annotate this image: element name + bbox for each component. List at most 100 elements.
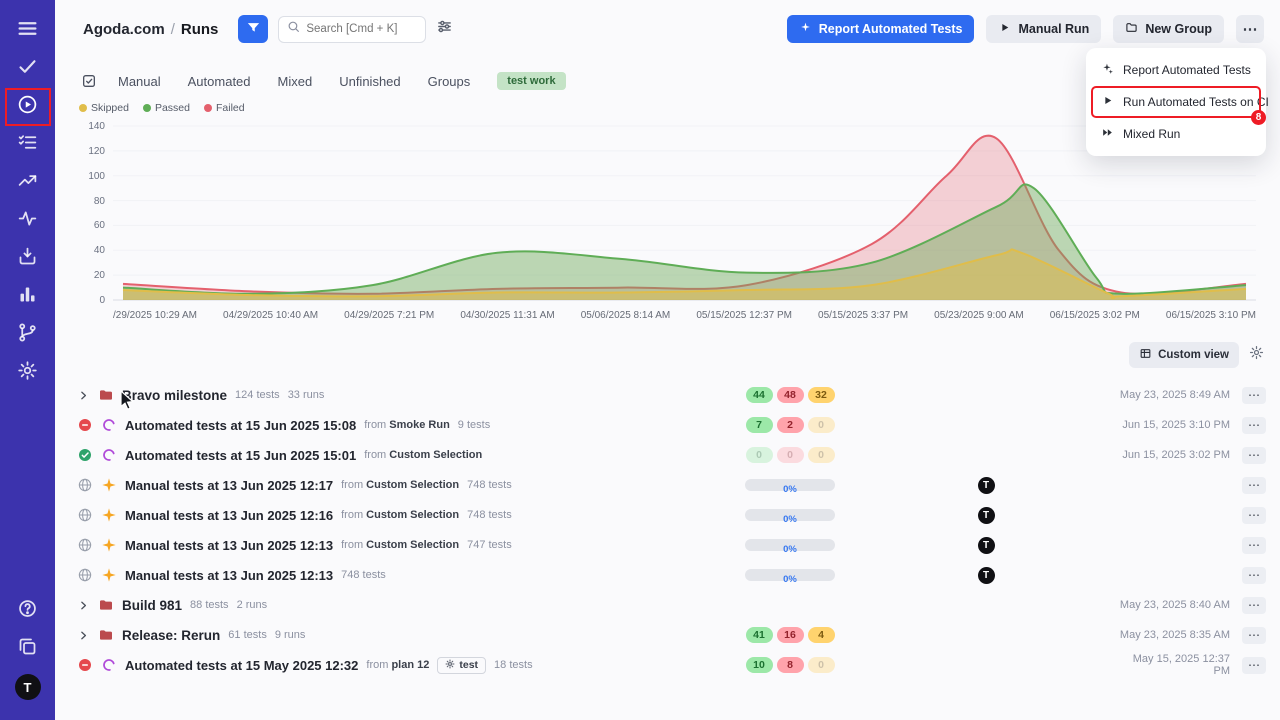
run-title[interactable]: Manual tests at 13 Jun 2025 12:13 [125,568,333,583]
run-row[interactable]: Manual tests at 13 Jun 2025 12:13 748 te… [55,560,1280,590]
run-row[interactable]: Build 981 88 tests 2 runs May 23, 2025 8… [55,590,1280,620]
search-box[interactable] [278,16,426,43]
new-group-button[interactable]: New Group [1113,15,1224,43]
result-badges: 0% [725,539,855,551]
play-icon [1101,94,1114,110]
row-more-button[interactable]: ⋯ [1242,597,1266,614]
run-date: May 23, 2025 8:40 AM [1117,599,1242,611]
y-tick-label: 120 [75,146,105,157]
y-tick-label: 40 [75,245,105,256]
run-title[interactable]: Release: Rerun [122,628,220,643]
run-row[interactable]: Manual tests at 13 Jun 2025 12:16 from C… [55,500,1280,530]
row-more-button[interactable]: ⋯ [1242,537,1266,554]
sidebar-menu-button[interactable] [7,14,49,48]
x-tick-label: 04/29/2025 10:40 AM [223,310,318,321]
row-more-button[interactable]: ⋯ [1242,627,1266,644]
sidebar-help-button[interactable] [7,594,49,628]
run-date: May 23, 2025 8:49 AM [1117,389,1242,401]
manual-run-button[interactable]: Manual Run [986,15,1101,43]
from-source-link[interactable]: Custom Selection [366,509,459,521]
count-badge-skipped: 32 [808,387,835,403]
sidebar-item-tests[interactable] [7,52,49,86]
sidebar-item-branches[interactable] [7,318,49,352]
tests-count: 748 tests [467,509,512,521]
globe-icon [77,477,93,493]
brand-avatar: T [15,674,41,700]
sparkle-icon [799,21,812,37]
sidebar-item-reports[interactable] [7,280,49,314]
chevron-right-icon[interactable] [77,629,90,642]
from-source-link[interactable]: Smoke Run [389,419,450,431]
assignee-cell: T [855,507,1117,524]
run-title[interactable]: Manual tests at 13 Jun 2025 12:16 [125,508,333,523]
from-source-link[interactable]: plan 12 [391,659,429,671]
gear-icon [1249,345,1264,365]
menu-item-run-automated-tests-on-ci[interactable]: Run Automated Tests on CI 8 [1093,88,1259,116]
chart-plot-area [113,118,1256,306]
chevron-right-icon[interactable] [77,389,90,402]
menu-item-report-automated-tests[interactable]: Report Automated Tests [1093,56,1259,84]
sliders-icon [436,18,453,40]
run-title[interactable]: Build 981 [122,598,182,613]
run-title[interactable]: Automated tests at 15 Jun 2025 15:08 [125,418,356,433]
filter-button[interactable] [238,15,268,43]
tab-manual[interactable]: Manual [118,74,161,89]
progress-bar: 0% [745,509,835,521]
row-more-button[interactable]: ⋯ [1242,447,1266,464]
count-badge-skipped: 4 [808,627,835,643]
view-settings-button[interactable] [1249,345,1264,365]
run-row[interactable]: Bravo milestone 124 tests 33 runs 444832… [55,380,1280,410]
chart-x-axis: /29/2025 10:29 AM04/29/2025 10:40 AM04/2… [113,310,1256,321]
run-row[interactable]: Release: Rerun 61 tests 9 runs 41164 May… [55,620,1280,650]
sidebar-item-settings[interactable] [7,356,49,390]
run-row[interactable]: Manual tests at 13 Jun 2025 12:17 from C… [55,470,1280,500]
sidebar-profile-button[interactable]: T [7,670,49,704]
hamburger-icon [17,18,38,44]
tag-filter-pill[interactable]: test work [497,72,565,90]
run-row[interactable]: Manual tests at 13 Jun 2025 12:13 from C… [55,530,1280,560]
header-more-button[interactable]: ⋯ [1236,15,1264,43]
menu-item-mixed-run[interactable]: Mixed Run [1093,120,1259,148]
from-label: from [366,659,388,671]
sidebar-item-plans[interactable] [7,128,49,162]
tab-groups[interactable]: Groups [428,74,471,89]
run-source: from Custom Selection [364,449,482,461]
run-title[interactable]: Bravo milestone [122,388,227,403]
breadcrumb-project[interactable]: Agoda.com [83,21,165,38]
from-source-link[interactable]: Custom Selection [366,539,459,551]
sidebar-item-import[interactable] [7,242,49,276]
custom-view-button[interactable]: Custom view [1129,342,1239,368]
sidebar-item-runs[interactable] [7,90,49,124]
run-title[interactable]: Manual tests at 13 Jun 2025 12:13 [125,538,333,553]
select-all-icon[interactable] [81,73,97,89]
run-row[interactable]: Automated tests at 15 Jun 2025 15:08 fro… [55,410,1280,440]
run-row[interactable]: Automated tests at 15 May 2025 12:32 fro… [55,650,1280,680]
sidebar-item-pulse[interactable] [7,204,49,238]
run-title[interactable]: Automated tests at 15 Jun 2025 15:01 [125,448,356,463]
sidebar-item-analytics[interactable] [7,166,49,200]
row-more-button[interactable]: ⋯ [1242,417,1266,434]
legend-passed: Passed [143,102,190,114]
row-more-button[interactable]: ⋯ [1242,657,1266,674]
result-badges: 1080 [725,657,855,673]
row-more-button[interactable]: ⋯ [1242,387,1266,404]
row-more-button[interactable]: ⋯ [1242,477,1266,494]
tab-unfinished[interactable]: Unfinished [339,74,400,89]
from-source-link[interactable]: Custom Selection [366,479,459,491]
run-source: from plan 12 [366,659,429,671]
run-title[interactable]: Manual tests at 13 Jun 2025 12:17 [125,478,333,493]
sidebar-docs-button[interactable] [7,632,49,666]
run-row-main: Manual tests at 13 Jun 2025 12:13 748 te… [77,567,725,583]
search-input[interactable] [306,23,417,35]
run-row[interactable]: Automated tests at 15 Jun 2025 15:01 fro… [55,440,1280,470]
chevron-right-icon[interactable] [77,599,90,612]
tab-automated[interactable]: Automated [188,74,251,89]
from-source-link[interactable]: Custom Selection [389,449,482,461]
tab-mixed[interactable]: Mixed [278,74,313,89]
filter-settings-button[interactable] [436,18,453,40]
report-automated-tests-button[interactable]: Report Automated Tests [787,15,975,43]
x-tick-label: /29/2025 10:29 AM [113,310,197,321]
row-more-button[interactable]: ⋯ [1242,567,1266,584]
run-title[interactable]: Automated tests at 15 May 2025 12:32 [125,658,358,673]
row-more-button[interactable]: ⋯ [1242,507,1266,524]
